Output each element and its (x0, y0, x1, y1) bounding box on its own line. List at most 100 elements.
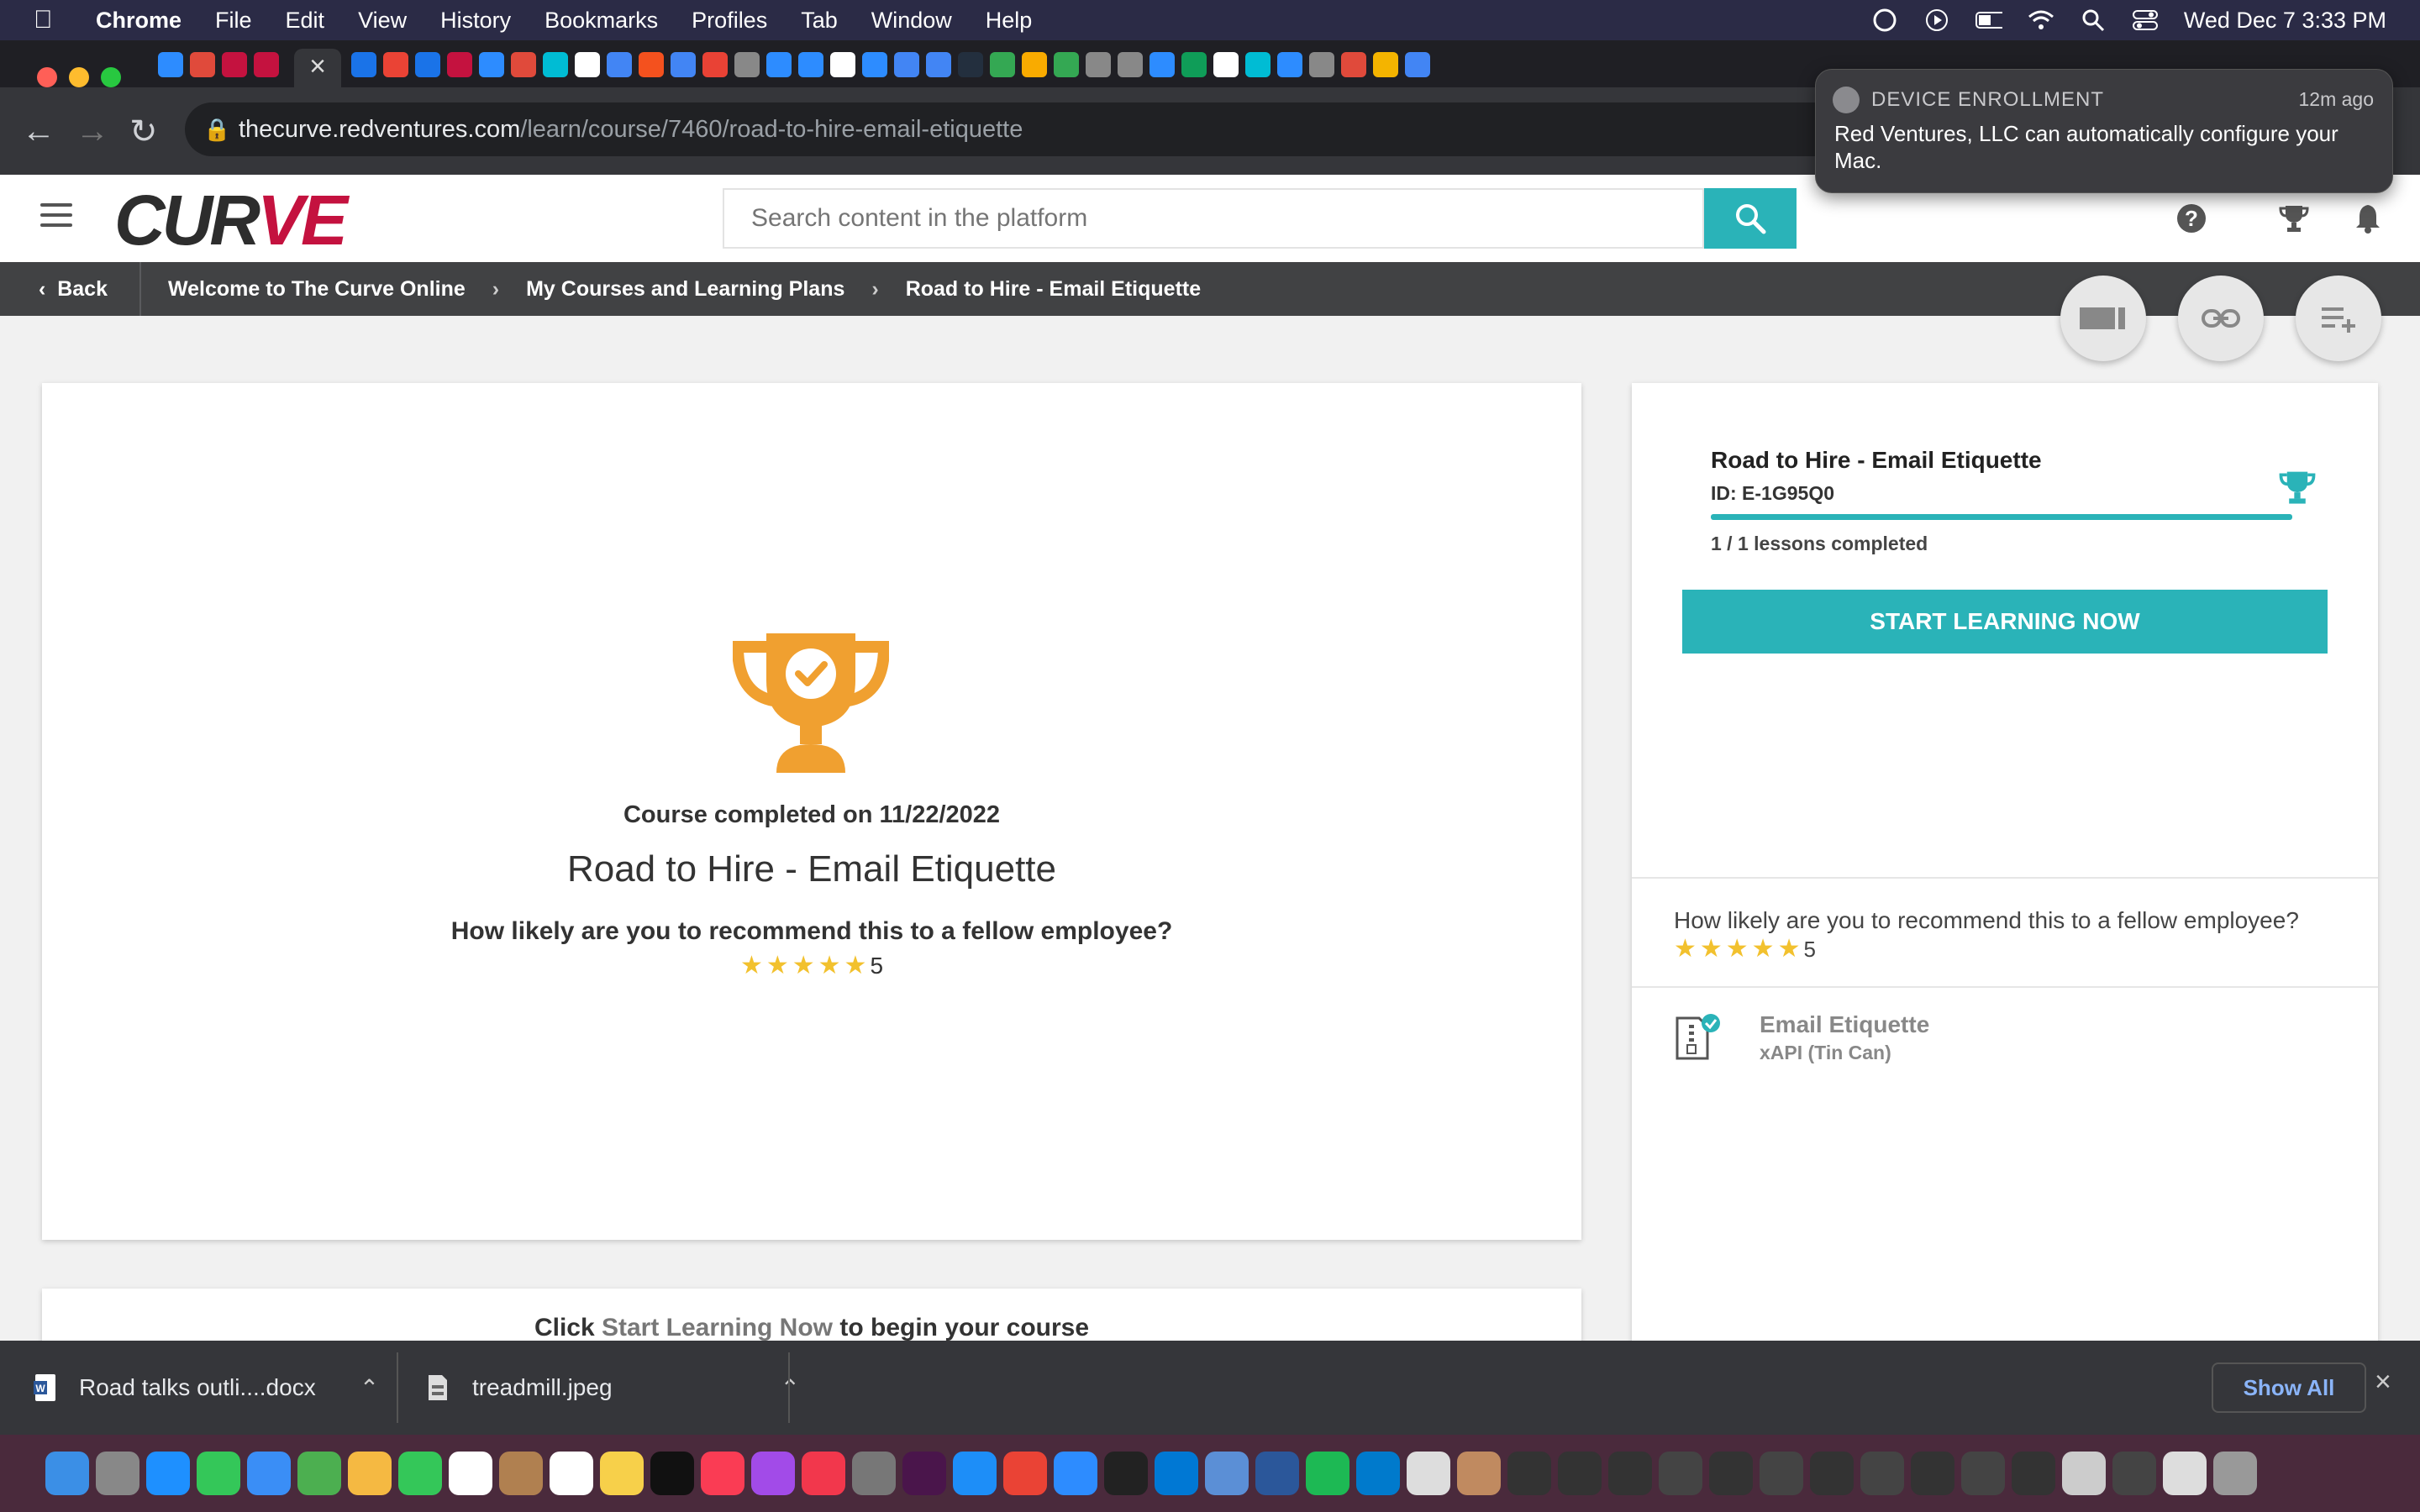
minimized-window-icon[interactable] (1608, 1452, 1652, 1495)
tab-favicon-zoom-icon[interactable] (1150, 52, 1175, 77)
news-icon[interactable] (802, 1452, 845, 1495)
chevron-up-icon[interactable]: ⌃ (781, 1374, 800, 1402)
minimized-window-icon[interactable] (1911, 1452, 1954, 1495)
add-to-playlist-button[interactable] (2296, 276, 2381, 361)
tab-favicon-globe-icon[interactable] (1309, 52, 1334, 77)
grammarly-icon[interactable] (1871, 8, 1898, 32)
reload-icon[interactable]: ↻ (129, 113, 158, 151)
tab-favicon-rv-icon[interactable] (254, 52, 279, 77)
tab-favicon-zoom-icon[interactable] (1277, 52, 1302, 77)
tab-favicon-maps-icon[interactable] (1054, 52, 1079, 77)
tab-favicon-rv-icon[interactable] (447, 52, 472, 77)
wifi-icon[interactable] (2028, 9, 2054, 31)
tab-favicon-zoom-icon[interactable] (479, 52, 504, 77)
forward-arrow-icon[interactable]: → (76, 113, 109, 150)
preview-icon[interactable] (1205, 1452, 1249, 1495)
download-item[interactable]: W Road talks outli....docx ⌃ (34, 1341, 379, 1435)
hamburger-menu-icon[interactable] (40, 203, 72, 234)
tab-favicon-icon[interactable] (1213, 52, 1239, 77)
breadcrumb-item-welcome[interactable]: Welcome to The Curve Online (168, 277, 466, 302)
tab-favicon-icon[interactable] (607, 52, 632, 77)
menu-tab[interactable]: Tab (801, 8, 838, 34)
menu-edit[interactable]: Edit (286, 8, 325, 34)
tab-favicon-docs-icon[interactable] (1405, 52, 1430, 77)
launchpad-icon[interactable] (96, 1452, 139, 1495)
tab-favicon-icon[interactable] (190, 52, 215, 77)
sidebar-rating-stars[interactable]: ★★★★★ (1674, 935, 1803, 963)
notes-icon[interactable] (600, 1452, 644, 1495)
photos-icon[interactable] (348, 1452, 392, 1495)
contacts-icon[interactable] (499, 1452, 543, 1495)
cta-start-learning-link[interactable]: Start Learning Now (602, 1314, 833, 1341)
tab-favicon-icon[interactable] (702, 52, 728, 77)
tab-favicon-aws-icon[interactable] (958, 52, 983, 77)
copy-link-button[interactable] (2178, 276, 2264, 361)
menu-view[interactable]: View (358, 8, 407, 34)
tab-favicon-icon[interactable] (351, 52, 376, 77)
minimized-window-icon[interactable] (2012, 1452, 2055, 1495)
minimized-window-icon[interactable] (1709, 1452, 1753, 1495)
menu-bookmarks[interactable]: Bookmarks (544, 8, 658, 34)
tab-favicon-docs-icon[interactable] (671, 52, 696, 77)
tab-favicon-globe-icon[interactable] (734, 52, 760, 77)
tab-favicon-icon[interactable] (1245, 52, 1270, 77)
video-mode-button[interactable] (2060, 276, 2146, 361)
app-store-icon[interactable] (953, 1452, 997, 1495)
textedit-icon[interactable] (1407, 1452, 1450, 1495)
tab-favicon-google-icon[interactable] (575, 52, 600, 77)
maps-icon[interactable] (297, 1452, 341, 1495)
tab-favicon-docs-icon[interactable] (926, 52, 951, 77)
battery-icon[interactable] (1975, 9, 2002, 31)
tab-favicon-sheets-icon[interactable] (1181, 52, 1207, 77)
tab-favicon-docs-icon[interactable] (894, 52, 919, 77)
safari-icon[interactable] (146, 1452, 190, 1495)
notifications-bell-icon[interactable] (2351, 202, 2385, 235)
control-center-icon[interactable] (2132, 9, 2159, 31)
tab-favicon-icon[interactable] (990, 52, 1015, 77)
tab-favicon-icon[interactable] (415, 52, 440, 77)
reminders-icon[interactable] (550, 1452, 593, 1495)
recent-document-icon[interactable] (1457, 1452, 1501, 1495)
minimized-window-icon[interactable] (1760, 1452, 1803, 1495)
tab-favicon-zoom-icon[interactable] (158, 52, 183, 77)
window-zoom-button[interactable] (101, 67, 121, 87)
back-arrow-icon[interactable]: ← (22, 113, 55, 150)
chevron-up-icon[interactable]: ⌃ (360, 1374, 379, 1402)
apple-tv-icon[interactable] (650, 1452, 694, 1495)
tab-favicon-gmail-icon[interactable] (383, 52, 408, 77)
menu-help[interactable]: Help (986, 8, 1033, 34)
tab-favicon-globe-icon[interactable] (1086, 52, 1111, 77)
tab-favicon-icon[interactable] (639, 52, 664, 77)
minimized-window-icon[interactable] (2112, 1452, 2156, 1495)
close-downloads-icon[interactable]: × (2375, 1366, 2391, 1399)
minimized-window-icon[interactable] (2163, 1452, 2207, 1495)
minimized-window-icon[interactable] (2062, 1452, 2106, 1495)
menu-app-name[interactable]: Chrome (96, 8, 182, 34)
tab-favicon-icon[interactable] (1341, 52, 1366, 77)
mail-icon[interactable] (247, 1452, 291, 1495)
minimized-window-icon[interactable] (1810, 1452, 1854, 1495)
chrome-icon[interactable] (1003, 1452, 1047, 1495)
menu-history[interactable]: History (440, 8, 511, 34)
search-button[interactable] (1704, 188, 1797, 249)
spotlight-search-icon[interactable] (2080, 9, 2107, 32)
menu-file[interactable]: File (215, 8, 252, 34)
rating-stars[interactable]: ★★★★★ (740, 952, 870, 979)
calendar-icon[interactable] (449, 1452, 492, 1495)
help-icon[interactable]: ? (2175, 202, 2208, 235)
tab-favicon-icon[interactable] (543, 52, 568, 77)
minimized-window-icon[interactable] (1860, 1452, 1904, 1495)
outlook-icon[interactable] (1155, 1452, 1198, 1495)
tab-favicon-slides-icon[interactable] (1373, 52, 1398, 77)
device-enrollment-notification[interactable]: DEVICE ENROLLMENT 12m ago Red Ventures, … (1815, 69, 2393, 193)
tab-favicon-globe-icon[interactable] (1118, 52, 1143, 77)
menu-window[interactable]: Window (871, 8, 952, 34)
tab-favicon-rv-icon[interactable] (222, 52, 247, 77)
menu-profiles[interactable]: Profiles (692, 8, 767, 34)
tab-favicon-icon[interactable] (830, 52, 855, 77)
show-all-downloads-button[interactable]: Show All (2212, 1362, 2366, 1413)
back-button[interactable]: ‹ Back (0, 262, 141, 316)
vscode-icon[interactable] (1356, 1452, 1400, 1495)
tab-favicon-icon[interactable] (511, 52, 536, 77)
lesson-name[interactable]: Email Etiquette (1760, 1011, 1929, 1038)
